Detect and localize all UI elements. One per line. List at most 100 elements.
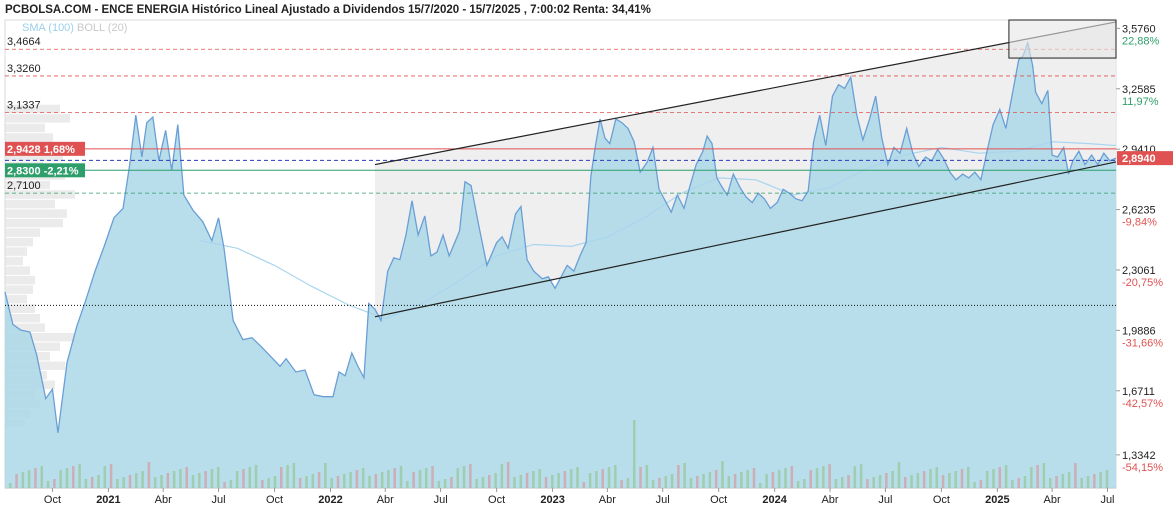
volume-bar bbox=[1048, 478, 1052, 488]
volume-bar bbox=[569, 469, 573, 488]
level-label: 2,7100 bbox=[7, 180, 41, 192]
x-axis-tick-label: Jul bbox=[212, 494, 226, 506]
volume-bar bbox=[689, 478, 693, 488]
volume-bar bbox=[985, 471, 989, 488]
volume-bar bbox=[324, 463, 327, 488]
volume-bar bbox=[387, 470, 390, 488]
x-axis-tick-label: Abr bbox=[377, 494, 394, 506]
volume-bar bbox=[576, 467, 579, 488]
volume-bar bbox=[910, 475, 913, 488]
y-axis-tick-label: 3,2585 bbox=[1122, 84, 1156, 96]
volume-bar bbox=[122, 477, 125, 488]
volume-bar bbox=[273, 476, 277, 488]
volume-bar bbox=[179, 469, 182, 488]
volume-bar bbox=[607, 467, 611, 488]
highlight-box bbox=[1008, 19, 1117, 59]
volume-bar bbox=[380, 472, 384, 488]
volume-bar bbox=[746, 470, 749, 488]
volume-bar bbox=[166, 473, 170, 488]
volume-bar bbox=[292, 463, 296, 488]
volume-profile-bar bbox=[5, 209, 67, 218]
volume-bar bbox=[1017, 478, 1020, 488]
volume-bar bbox=[1067, 472, 1071, 488]
volume-profile-bar bbox=[5, 247, 27, 256]
volume-bar bbox=[1042, 463, 1046, 488]
volume-bar bbox=[40, 466, 44, 488]
volume-bar bbox=[620, 480, 623, 488]
volume-profile-bar bbox=[5, 275, 35, 285]
volume-bar bbox=[506, 462, 510, 488]
volume-bar bbox=[954, 471, 957, 488]
volume-bar bbox=[1074, 463, 1077, 488]
volume-bar bbox=[90, 477, 94, 488]
volume-bar bbox=[481, 477, 485, 488]
x-axis-tick-label: Oct bbox=[266, 494, 283, 506]
volume-bar bbox=[670, 474, 674, 488]
volume-bar bbox=[777, 470, 781, 488]
volume-profile-bar bbox=[5, 237, 33, 247]
level-badge-label: 2,9428 1,68% bbox=[7, 144, 75, 156]
volume-bar bbox=[752, 468, 756, 488]
volume-bar bbox=[891, 471, 894, 488]
volume-bar bbox=[847, 475, 850, 488]
volume-bar bbox=[1036, 465, 1039, 488]
volume-bar bbox=[588, 473, 592, 488]
y-axis-percent-label: -20,75% bbox=[1122, 277, 1163, 289]
x-axis-tick-label: Abr bbox=[1044, 494, 1061, 506]
y-axis-tick-label: 1,9886 bbox=[1122, 325, 1156, 337]
volume-bar bbox=[595, 471, 598, 488]
volume-bar bbox=[235, 471, 239, 488]
x-axis-tick-label: Oct bbox=[933, 494, 950, 506]
volume-bar bbox=[1093, 474, 1096, 488]
volume-bar bbox=[828, 464, 831, 488]
x-axis-tick-label: Jul bbox=[434, 494, 448, 506]
volume-bar bbox=[1105, 470, 1109, 488]
volume-bar bbox=[311, 474, 315, 488]
volume-bar bbox=[922, 471, 926, 488]
volume-bar bbox=[412, 472, 415, 488]
volume-bar bbox=[21, 472, 25, 488]
volume-bar bbox=[216, 467, 220, 488]
volume-bar bbox=[866, 479, 869, 488]
x-axis-tick-label: Abr bbox=[155, 494, 172, 506]
volume-bar bbox=[658, 478, 661, 488]
volume-bar bbox=[935, 467, 939, 488]
volume-bar bbox=[721, 461, 724, 488]
volume-bar bbox=[355, 470, 359, 488]
volume-bar bbox=[393, 468, 396, 488]
volume-bar bbox=[796, 481, 800, 488]
volume-bar bbox=[601, 469, 604, 488]
volume-profile-bar bbox=[5, 114, 70, 123]
volume-bar bbox=[885, 473, 888, 488]
y-axis-tick-label: 1,3342 bbox=[1122, 450, 1156, 462]
volume-bar bbox=[191, 475, 195, 488]
volume-bar bbox=[897, 462, 901, 488]
level-label: 3,3260 bbox=[7, 63, 41, 75]
volume-bar bbox=[790, 466, 794, 488]
volume-bar bbox=[551, 475, 554, 488]
volume-bar bbox=[223, 482, 226, 488]
volume-bar bbox=[204, 471, 207, 488]
volume-bar bbox=[563, 471, 567, 488]
x-axis-tick-label: 2024 bbox=[762, 494, 787, 506]
volume-bar bbox=[538, 469, 541, 488]
x-axis-tick-label: 2025 bbox=[985, 494, 1009, 506]
volume-bar bbox=[645, 465, 649, 488]
x-axis-tick-label: Oct bbox=[44, 494, 61, 506]
x-axis-tick-label: Jul bbox=[878, 494, 892, 506]
volume-profile-bar bbox=[5, 256, 23, 266]
volume-bar bbox=[15, 474, 18, 488]
volume-bar bbox=[973, 482, 976, 488]
volume-bar bbox=[878, 475, 882, 488]
volume-bar bbox=[702, 474, 705, 488]
volume-profile-bar bbox=[5, 218, 63, 228]
volume-profile-bar bbox=[5, 228, 40, 237]
volume-bar bbox=[46, 481, 50, 488]
volume-bar bbox=[135, 473, 138, 488]
volume-bar bbox=[765, 474, 768, 488]
volume-bar bbox=[406, 481, 409, 488]
volume-bar bbox=[853, 466, 857, 488]
volume-bar bbox=[664, 476, 667, 488]
volume-bar bbox=[34, 468, 37, 488]
level-label: 3,4664 bbox=[7, 36, 41, 48]
